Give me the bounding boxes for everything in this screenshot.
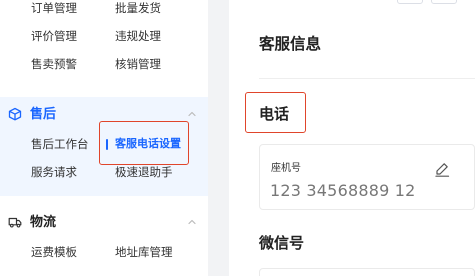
sidebar-item-batch-shipping[interactable]: 批量发货 — [115, 1, 161, 15]
landline-phone-card: 座机号 123 34568889 12 — [259, 144, 475, 210]
logistics-group-title: 物流 — [30, 215, 57, 230]
sidebar-item-violation-handling[interactable]: 违规处理 — [115, 29, 161, 43]
sidebar-item-order-management[interactable]: 订单管理 — [31, 1, 77, 15]
sidebar-item-customer-service-phone-settings[interactable]: 客服电话设置 — [115, 137, 181, 151]
truck-icon — [8, 217, 22, 228]
box-icon — [8, 107, 22, 121]
sidebar-item-address-library[interactable]: 地址库管理 — [115, 245, 173, 259]
after-sales-group-header[interactable]: 售后 — [0, 97, 208, 133]
phone-section-title: 电话 — [259, 105, 290, 123]
sidebar-item-service-requests[interactable]: 服务请求 — [31, 165, 77, 179]
chevron-up-icon[interactable] — [186, 216, 198, 228]
wechat-section-title: 微信号 — [259, 234, 305, 252]
sidebar-item-review-management[interactable]: 评价管理 — [31, 29, 77, 43]
chevron-up-icon[interactable] — [186, 108, 198, 120]
toolbar-button[interactable] — [431, 0, 457, 4]
divider — [259, 78, 475, 79]
sidebar-item-shipping-templates[interactable]: 运费模板 — [31, 245, 77, 259]
logistics-group-header[interactable]: 物流 — [0, 205, 208, 241]
pencil-icon[interactable] — [434, 161, 450, 177]
sidebar: 订单管理 批量发货 评价管理 违规处理 售卖预警 核销管理 售后 售后工作台 客… — [0, 0, 208, 276]
landline-label: 座机号 — [271, 163, 301, 174]
after-sales-group-title: 售后 — [30, 107, 57, 122]
landline-number: 123 34568889 12 — [270, 181, 416, 200]
sidebar-item-sales-alert[interactable]: 售卖预警 — [31, 57, 77, 71]
sidebar-item-verification-management[interactable]: 核销管理 — [115, 57, 161, 71]
sidebar-item-after-sales-workbench[interactable]: 售后工作台 — [31, 137, 89, 151]
toolbar-button[interactable] — [397, 0, 423, 4]
panel-title: 客服信息 — [259, 35, 322, 53]
sidebar-item-fast-refund-assistant[interactable]: 极速退助手 — [115, 165, 173, 179]
content-gutter — [208, 0, 229, 276]
wechat-card — [259, 268, 475, 276]
active-item-indicator — [106, 139, 108, 150]
customer-service-info-panel: 客服信息 电话 座机号 123 34568889 12 微信号 — [229, 0, 475, 276]
